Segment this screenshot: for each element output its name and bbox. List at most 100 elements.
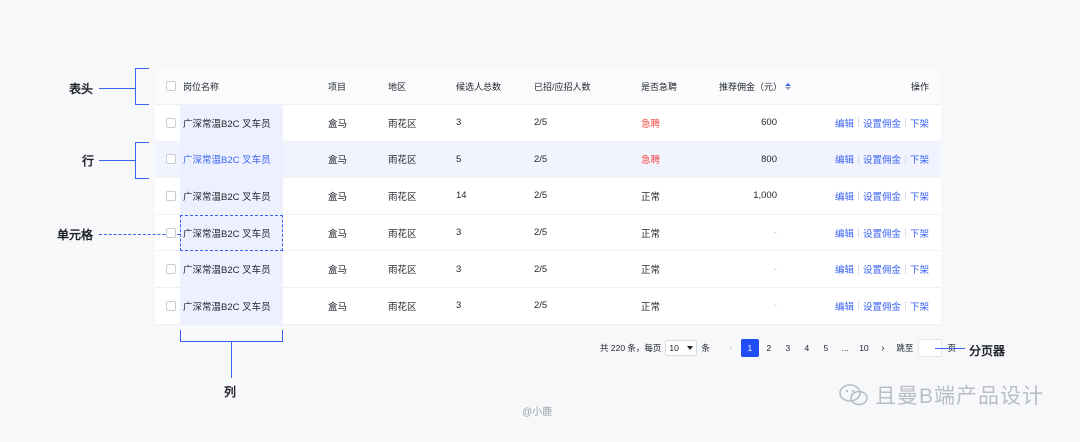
page-size-unit: 条 xyxy=(701,343,710,353)
divider xyxy=(904,191,906,201)
next-page-button[interactable]: › xyxy=(874,339,892,357)
header-fee-label: 推荐佣金（元） xyxy=(718,81,782,92)
divider xyxy=(857,191,859,201)
cell-name: 广深常温B2C 叉车员 xyxy=(183,265,271,277)
page-button[interactable]: 3 xyxy=(779,339,797,357)
select-all-checkbox[interactable] xyxy=(166,81,176,91)
chevron-right-icon: › xyxy=(881,342,885,354)
set-fee-link[interactable]: 设置佣金 xyxy=(863,116,901,130)
offline-link[interactable]: 下架 xyxy=(910,262,929,276)
cell-candidates: 5 xyxy=(456,153,462,165)
divider xyxy=(857,301,859,311)
page-size-select[interactable]: 10 xyxy=(665,340,698,356)
table-row[interactable]: 广深常温B2C 叉车员 盒马 雨花区 3 2/5 正常 - 编辑 设置佣金 下架 xyxy=(155,251,941,288)
watermark-text: 且曼B端产品设计 xyxy=(874,385,1044,408)
annotation-header-line xyxy=(99,88,135,89)
divider xyxy=(904,301,906,311)
offline-link[interactable]: 下架 xyxy=(910,116,929,130)
row-checkbox[interactable] xyxy=(166,300,176,311)
row-checkbox[interactable] xyxy=(166,264,176,275)
cell-ops: 编辑 设置佣金 下架 xyxy=(835,116,929,130)
set-fee-link[interactable]: 设置佣金 xyxy=(863,299,901,313)
set-fee-link[interactable]: 设置佣金 xyxy=(863,152,901,166)
cell-project: 盒马 xyxy=(328,301,348,313)
cell-candidates: 3 xyxy=(456,263,462,275)
cell-hired: 2/5 xyxy=(534,300,548,312)
edit-link[interactable]: 编辑 xyxy=(835,226,854,240)
cell-name: 广深常温B2C 叉车员 xyxy=(183,155,271,167)
table-row[interactable]: 广深常温B2C 叉车员 盒马 雨花区 5 2/5 急聘 800 编辑 设置佣金 下架 xyxy=(155,141,941,179)
page-button[interactable]: 10 xyxy=(855,339,873,357)
cell-project: 盒马 xyxy=(328,265,348,277)
edit-link[interactable]: 编辑 xyxy=(835,262,854,276)
table-row[interactable]: 广深常温B2C 叉车员 盒马 雨花区 14 2/5 正常 1,000 编辑 设置佣金 下架 xyxy=(155,178,941,215)
edit-link[interactable]: 编辑 xyxy=(835,189,854,203)
row-checkbox[interactable] xyxy=(166,190,176,201)
cell-area: 雨花区 xyxy=(388,228,417,240)
chevron-left-icon: ‹ xyxy=(729,342,733,354)
annotation-column: 列 xyxy=(224,385,237,399)
page-button[interactable]: 1 xyxy=(740,339,759,357)
wechat-icon xyxy=(839,383,869,407)
divider xyxy=(904,264,906,274)
annotation-row: 行 xyxy=(82,154,95,168)
header-hired: 已招/应招人数 xyxy=(534,81,591,92)
header-ops: 操作 xyxy=(910,81,929,92)
sort-icon[interactable] xyxy=(785,82,791,90)
watermark: 且曼B端产品设计 xyxy=(839,380,1044,410)
divider xyxy=(904,154,906,164)
row-checkbox[interactable] xyxy=(166,117,176,128)
set-fee-link[interactable]: 设置佣金 xyxy=(863,226,901,240)
page-button[interactable]: 2 xyxy=(760,339,778,357)
annotation-pagination: 分页器 xyxy=(969,344,1006,358)
set-fee-link[interactable]: 设置佣金 xyxy=(863,262,901,276)
cell-hired: 2/5 xyxy=(534,153,548,165)
annotation-row-line xyxy=(99,160,135,161)
cell-candidates: 3 xyxy=(456,300,462,312)
table-row[interactable]: 广深常温B2C 叉车员 盒马 雨花区 3 2/5 急聘 600 编辑 设置佣金 下架 xyxy=(155,105,941,142)
cell-ops: 编辑 设置佣金 下架 xyxy=(835,226,929,240)
cell-hired: 2/5 xyxy=(534,263,548,275)
cell-ops: 编辑 设置佣金 下架 xyxy=(835,299,929,313)
cell-fee: - xyxy=(773,263,777,275)
offline-link[interactable]: 下架 xyxy=(910,299,929,313)
cell-project: 盒马 xyxy=(328,155,348,167)
annotation-row-bracket xyxy=(135,142,136,179)
cell-fee: 1,000 xyxy=(753,190,777,202)
row-checkbox[interactable] xyxy=(166,227,176,238)
set-fee-link[interactable]: 设置佣金 xyxy=(863,189,901,203)
cell-fee: 800 xyxy=(761,153,777,165)
prev-page-button[interactable]: ‹ xyxy=(722,339,740,357)
edit-link[interactable]: 编辑 xyxy=(835,152,854,166)
offline-link[interactable]: 下架 xyxy=(910,189,929,203)
pagination: 共 220 条，每页 10 条 ‹ 1 2 3 4 5... 10 › 跳至 页 xyxy=(600,338,956,358)
page-button[interactable]: 4 xyxy=(798,339,816,357)
divider xyxy=(857,264,859,274)
offline-link[interactable]: 下架 xyxy=(910,152,929,166)
header-urgent: 是否急聘 xyxy=(641,81,678,92)
edit-link[interactable]: 编辑 xyxy=(835,299,854,313)
annotation-cell: 单元格 xyxy=(57,228,94,242)
cell-fee: - xyxy=(773,300,777,312)
cell-project: 盒马 xyxy=(328,191,348,203)
header-name: 岗位名称 xyxy=(183,81,220,92)
table-row[interactable]: 广深常温B2C 叉车员 盒马 雨花区 3 2/5 正常 - 编辑 设置佣金 下架 xyxy=(155,288,941,325)
cell-name: 广深常温B2C 叉车员 xyxy=(183,118,271,130)
page-button[interactable]: 5 xyxy=(817,339,835,357)
cell-candidates: 3 xyxy=(456,227,462,239)
header-fee[interactable]: 推荐佣金（元） xyxy=(719,80,791,93)
cell-hired: 2/5 xyxy=(534,190,548,202)
page-ellipsis: ... xyxy=(841,343,849,353)
cell-urgent: 正常 xyxy=(641,301,661,313)
edit-link[interactable]: 编辑 xyxy=(835,116,854,130)
page-size-value: 10 xyxy=(669,343,679,353)
cell-name: 广深常温B2C 叉车员 xyxy=(183,228,271,240)
divider xyxy=(857,154,859,164)
offline-link[interactable]: 下架 xyxy=(910,226,929,240)
table-row[interactable]: 广深常温B2C 叉车员 盒马 雨花区 3 2/5 正常 - 编辑 设置佣金 下架 xyxy=(155,215,941,252)
annotation-header-bracket xyxy=(135,68,136,105)
table-header: 岗位名称 项目 地区 候选人总数 已招/应招人数 是否急聘 推荐佣金（元） 操作 xyxy=(155,68,941,105)
row-checkbox[interactable] xyxy=(166,154,176,165)
cell-project: 盒马 xyxy=(328,118,348,130)
divider xyxy=(904,228,906,238)
